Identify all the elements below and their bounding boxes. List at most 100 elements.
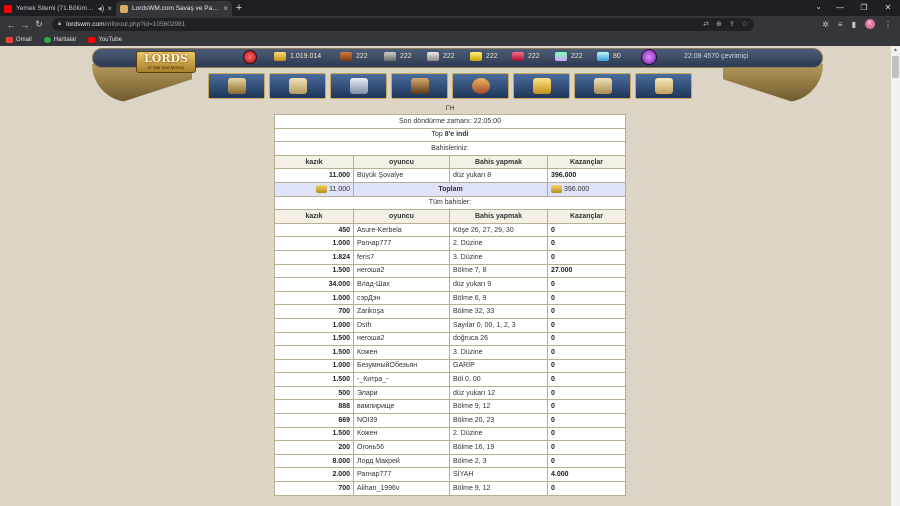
bet-row: 669 NOI39 Bölme 20, 23 0 (274, 413, 626, 428)
forward-icon[interactable]: → (18, 20, 32, 30)
player-link[interactable]: Кожен (353, 345, 450, 360)
media-icon[interactable]: ≡ (838, 20, 843, 29)
col-winnings: Kazançlar (547, 209, 626, 224)
player-link[interactable]: негоша2 (353, 331, 450, 347)
player-link[interactable]: Büyük Şovalye (353, 168, 450, 183)
bet-cell: doğruca 26 (449, 331, 548, 347)
bet-cell: SİYAH (449, 467, 548, 483)
menu-icon[interactable]: ⋮ (884, 20, 892, 29)
nav-button-character[interactable] (208, 73, 265, 99)
player-link[interactable]: Zarikoşa (353, 304, 450, 319)
nav-button-forum[interactable] (574, 73, 631, 99)
share-icon[interactable]: ⇪ (729, 18, 735, 31)
resource-crystals: 222 (512, 52, 540, 61)
gems-icon (555, 52, 567, 61)
bet-row: 888 вампирище Bölme 9, 12 0 (274, 399, 626, 415)
ball-result: Top 8'e indi (274, 127, 626, 143)
browser-tab-youtube[interactable]: Yemek Sitemi (71.Bölüm) - Ç ◂) × (0, 1, 116, 16)
gold-icon (274, 52, 286, 61)
win-cell: 0 (547, 481, 626, 496)
browser-tab-bar: Yemek Sitemi (71.Bölüm) - Ç ◂) × LordsWM… (0, 0, 900, 16)
bet-row: 1.500 негоша2 Bölme 7, 8 27.000 (274, 263, 626, 279)
player-link[interactable]: Лорд Макрей (353, 453, 450, 469)
gmail-icon (6, 36, 13, 43)
player-link[interactable]: негоша2 (353, 263, 450, 279)
tab-close-icon[interactable]: × (223, 4, 228, 13)
player-link[interactable]: вампирище (353, 399, 450, 415)
nav-button-chat[interactable] (635, 73, 692, 99)
bookmark-maps[interactable]: Haritalar (43, 36, 76, 43)
win-cell: 0 (547, 440, 626, 455)
bet-row: 1.000 БезумныйОбезьян GARİP 0 (274, 358, 626, 374)
scroll-up-icon[interactable]: ▲ (891, 47, 900, 53)
stake-cell: 1.000 (274, 236, 354, 251)
scrollbar-thumb[interactable] (892, 56, 899, 78)
tab-search-icon[interactable]: ⌄ (815, 2, 822, 11)
player-link[interactable]: Элари (353, 385, 450, 401)
side-panel-icon[interactable]: ▮ (852, 20, 856, 29)
player-link[interactable]: Asure-Kerbela (353, 222, 450, 238)
player-link[interactable]: -_Китра_- (353, 372, 450, 387)
sulfur-icon (470, 52, 482, 61)
stars-icon (532, 78, 551, 94)
page-viewport: LORDS of War and Money 1.019.014 222 222… (0, 46, 891, 506)
player-link[interactable]: Dsth (353, 317, 450, 333)
total-win-cell: 396.000 (547, 181, 626, 197)
nav-button-battles[interactable] (330, 73, 387, 99)
page-scrollbar[interactable]: ▲ (891, 46, 900, 506)
extensions-icon[interactable]: ✲ (822, 20, 829, 29)
player-link[interactable]: feris7 (353, 249, 450, 265)
close-window-icon[interactable]: ✕ (876, 0, 900, 16)
health-heart-icon[interactable] (243, 50, 257, 64)
minimize-icon[interactable]: — (828, 0, 852, 16)
bookmark-youtube[interactable]: YouTube (88, 36, 122, 43)
reload-icon[interactable]: ↻ (32, 19, 46, 30)
mana-orb-icon[interactable] (641, 49, 657, 65)
resource-wood: 222 (340, 52, 368, 61)
browser-tab-lordswm[interactable]: LordsWM.com Savaş ve Para Lo × (116, 1, 232, 16)
bet-row: 500 Элари düz yukarı 12 0 (274, 385, 626, 401)
player-link[interactable]: Огонь56 (353, 440, 450, 455)
player-link[interactable]: Влад-Шах (353, 277, 450, 292)
win-cell: 27.000 (547, 263, 626, 279)
resource-diamonds: 80 (597, 52, 621, 61)
profile-avatar[interactable]: K (865, 19, 875, 29)
translate-icon[interactable]: ⇄ (703, 18, 709, 31)
player-link[interactable]: Рагнар777 (353, 467, 450, 483)
bookmark-star-icon[interactable]: ☆ (742, 18, 748, 31)
nav-button-tavern[interactable] (452, 73, 509, 99)
bet-cell: 3. Düzine (449, 249, 548, 265)
back-icon[interactable]: ← (4, 20, 18, 30)
nav-button-guilds[interactable] (391, 73, 448, 99)
stake-cell: 1.500 (274, 345, 354, 360)
win-cell: 0 (547, 345, 626, 360)
stake-cell: 11.000 (274, 168, 354, 183)
win-cell: 0 (547, 453, 626, 469)
stake-cell: 669 (274, 413, 354, 428)
nav-button-map[interactable] (269, 73, 326, 99)
win-cell: 0 (547, 304, 626, 319)
nav-button-rating[interactable] (513, 73, 570, 99)
player-link[interactable]: NOI39 (353, 413, 450, 428)
game-logo[interactable]: LORDS of War and Money (136, 51, 196, 73)
player-link[interactable]: Кожен (353, 426, 450, 442)
col-stake: kazık (274, 209, 354, 224)
gold-icon (316, 185, 328, 194)
player-link[interactable]: сэрДэн (353, 290, 450, 306)
player-link[interactable]: Alihan_1996v (353, 481, 450, 496)
bookmark-gmail[interactable]: Gmail (6, 36, 32, 43)
win-cell: 4.000 (547, 467, 626, 483)
zoom-icon[interactable]: ⊕ (716, 18, 722, 31)
bet-row: 1.500 негоша2 doğruca 26 0 (274, 331, 626, 347)
player-link[interactable]: БезумныйОбезьян (353, 358, 450, 374)
bet-row: 1.824 feris7 3. Düzine 0 (274, 249, 626, 265)
restore-icon[interactable]: ❐ (852, 0, 876, 16)
player-link[interactable]: Рагнар777 (353, 236, 450, 251)
new-tab-button[interactable]: + (232, 1, 246, 16)
wood-icon (340, 52, 352, 61)
tab-close-icon[interactable]: × (107, 4, 112, 13)
stake-cell: 1.500 (274, 426, 354, 442)
bet-row: 1.500 -_Китра_- Böl 0, 00 0 (274, 372, 626, 387)
bet-row: 8.000 Лорд Макрей Bölme 2, 30 (274, 453, 626, 469)
address-bar[interactable]: 🔒︎ lordswm.com/inforoul.php?id=105602981… (52, 18, 754, 31)
